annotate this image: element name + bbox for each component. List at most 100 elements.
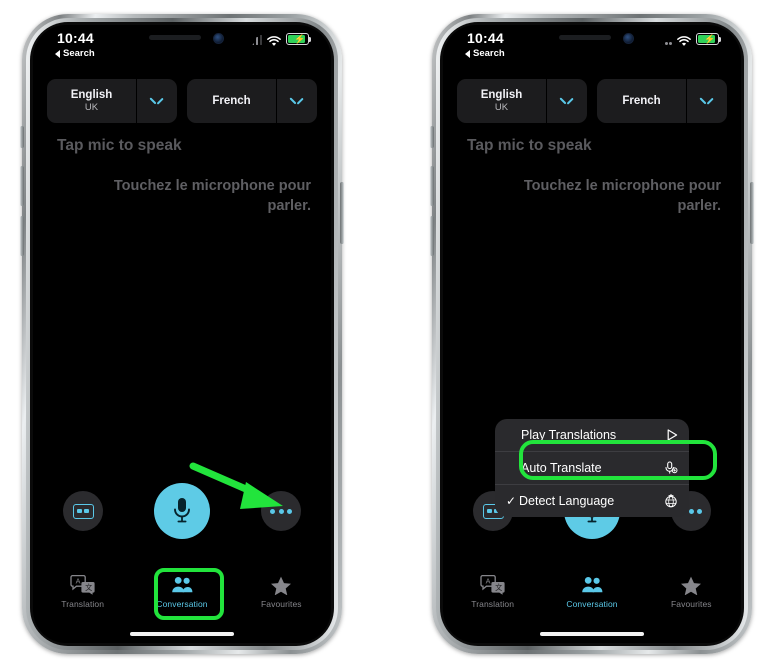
phone-right-screen: 10:44 Search ⚡ English UK French Tap mic… xyxy=(443,25,741,643)
more-options-button[interactable] xyxy=(261,491,301,531)
source-language-selector[interactable]: English UK xyxy=(47,79,177,123)
battery-charging-icon: ⚡ xyxy=(286,33,312,45)
captions-button[interactable] xyxy=(63,491,103,531)
target-language-name: French xyxy=(622,94,661,107)
tab-translation-label: Translation xyxy=(471,599,515,609)
star-icon xyxy=(681,576,702,595)
tab-favourites[interactable]: Favourites xyxy=(232,569,331,625)
source-language-name: English xyxy=(70,88,113,101)
source-language-chevron-button[interactable] xyxy=(546,79,587,123)
translation-bubbles-icon: A 文 xyxy=(70,575,95,595)
translation-bubbles-icon: A 文 xyxy=(480,575,505,595)
popup-item-label: Detect Language xyxy=(519,494,615,508)
front-camera-icon xyxy=(213,33,224,44)
mute-switch[interactable] xyxy=(430,126,434,148)
translated-prompt: Touchez le microphone pour parler. xyxy=(113,178,311,214)
back-to-search-button[interactable]: Search xyxy=(465,48,505,59)
source-language-label: English UK xyxy=(457,79,546,123)
tab-bar: A 文 Translation Conversation Favourites xyxy=(443,569,741,625)
svg-text:文: 文 xyxy=(495,583,502,592)
target-language-label: French xyxy=(187,79,276,123)
popup-item-detect-language[interactable]: ✓ Detect Language xyxy=(495,485,689,517)
translated-prompt: Touchez le microphone pour parler. xyxy=(523,178,721,214)
tab-favourites-label: Favourites xyxy=(670,599,712,609)
target-language-chevron-button[interactable] xyxy=(686,79,727,123)
chevron-down-icon xyxy=(151,97,164,105)
popup-item-play-translations[interactable]: Play Translations xyxy=(495,419,689,451)
power-button[interactable] xyxy=(340,182,344,244)
microphone-button[interactable] xyxy=(154,483,210,539)
chevron-down-icon xyxy=(291,97,304,105)
tab-favourites[interactable]: Favourites xyxy=(642,569,741,625)
wifi-icon xyxy=(677,34,691,46)
popup-item-label: Play Translations xyxy=(521,428,617,442)
back-label: Search xyxy=(473,48,505,59)
tab-translation[interactable]: A 文 Translation xyxy=(33,569,132,625)
play-triangle-icon xyxy=(660,429,678,441)
volume-down-button[interactable] xyxy=(20,216,24,256)
volume-up-button[interactable] xyxy=(430,166,434,206)
source-language-selector[interactable]: English UK xyxy=(457,79,587,123)
tab-conversation[interactable]: Conversation xyxy=(542,569,641,625)
home-indicator[interactable] xyxy=(540,632,644,636)
target-language-selector[interactable]: French xyxy=(597,79,727,123)
tab-translation[interactable]: A 文 Translation xyxy=(443,569,542,625)
source-language-region: UK xyxy=(494,102,509,114)
tab-favourites-label: Favourites xyxy=(260,599,302,609)
svg-text:A: A xyxy=(485,577,490,586)
tab-conversation[interactable]: Conversation xyxy=(132,569,231,625)
power-button[interactable] xyxy=(750,182,754,244)
mic-auto-icon xyxy=(660,461,678,475)
conversation-people-icon xyxy=(172,577,193,593)
notch xyxy=(517,25,667,51)
wifi-icon xyxy=(267,34,281,46)
source-language-chevron-button[interactable] xyxy=(136,79,177,123)
tap-mic-prompt: Tap mic to speak xyxy=(57,137,182,154)
popup-item-auto-translate[interactable]: Auto Translate xyxy=(495,452,689,484)
target-language-name: French xyxy=(212,94,251,107)
phone-right: 10:44 Search ⚡ English UK French Tap mic… xyxy=(430,14,754,654)
chevron-down-icon xyxy=(561,97,574,105)
closed-captions-icon xyxy=(72,503,94,519)
tab-bar: A 文 Translation Conversation Favourites xyxy=(33,569,331,625)
screenshot-stage: 10:44 Search ⚡ English UK French Tap mic… xyxy=(0,0,778,667)
tab-conversation-label: Conversation xyxy=(566,599,618,609)
target-language-chevron-button[interactable] xyxy=(276,79,317,123)
star-icon xyxy=(271,576,292,595)
target-language-label: French xyxy=(597,79,686,123)
mute-switch[interactable] xyxy=(20,126,24,148)
target-language-selector[interactable]: French xyxy=(187,79,317,123)
status-time: 10:44 xyxy=(467,30,504,46)
globe-translate-icon xyxy=(660,494,678,508)
volume-up-button[interactable] xyxy=(20,166,24,206)
source-language-label: English UK xyxy=(47,79,136,123)
svg-text:文: 文 xyxy=(85,583,92,592)
chevron-down-icon xyxy=(701,97,714,105)
language-bar: English UK French xyxy=(457,79,727,123)
language-bar: English UK French xyxy=(47,79,317,123)
back-triangle-icon xyxy=(465,49,470,58)
status-time: 10:44 xyxy=(57,30,94,46)
tap-mic-prompt: Tap mic to speak xyxy=(467,137,592,154)
microphone-icon xyxy=(174,498,190,523)
source-language-region: UK xyxy=(84,102,99,114)
front-camera-icon xyxy=(623,33,634,44)
earpiece-speaker-icon xyxy=(149,35,201,40)
tab-conversation-label: Conversation xyxy=(156,599,208,609)
notch xyxy=(107,25,257,51)
battery-charging-icon: ⚡ xyxy=(696,33,722,45)
more-ellipsis-icon xyxy=(270,508,292,514)
svg-text:A: A xyxy=(75,577,80,586)
phone-left: 10:44 Search ⚡ English UK French Tap mic… xyxy=(20,14,344,654)
action-row xyxy=(33,483,331,539)
conversation-people-icon xyxy=(582,577,603,593)
back-label: Search xyxy=(63,48,95,59)
back-triangle-icon xyxy=(55,49,60,58)
phone-left-screen: 10:44 Search ⚡ English UK French Tap mic… xyxy=(33,25,331,643)
back-to-search-button[interactable]: Search xyxy=(55,48,95,59)
popup-item-label: Auto Translate xyxy=(521,461,602,475)
home-indicator[interactable] xyxy=(130,632,234,636)
volume-down-button[interactable] xyxy=(430,216,434,256)
earpiece-speaker-icon xyxy=(559,35,611,40)
source-language-name: English xyxy=(480,88,523,101)
